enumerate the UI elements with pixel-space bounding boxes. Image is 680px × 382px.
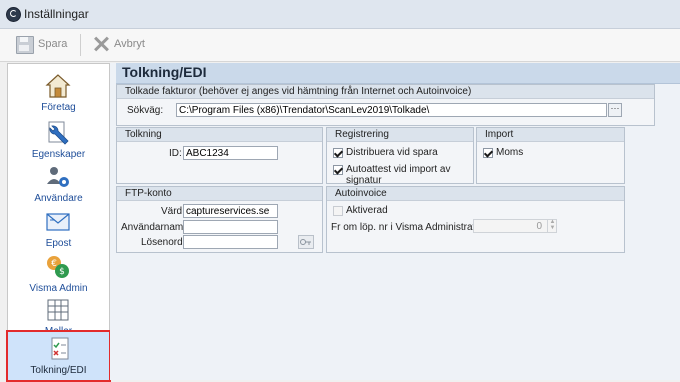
from-number-label: Fr om löp. nr i Visma Administration: xyxy=(331,222,492,233)
username-input[interactable] xyxy=(183,220,278,234)
house-icon xyxy=(45,73,71,99)
import-group: Import Moms xyxy=(476,127,625,184)
spin-down-icon: ▼ xyxy=(549,225,556,231)
sidebar-item-tolkning-edi[interactable]: Tolkning/EDI xyxy=(6,330,111,382)
aktiverad-label: Aktiverad xyxy=(346,205,388,216)
settings-sidebar: Företag Egenskaper Användare Epost € $ V… xyxy=(6,63,111,382)
path-input[interactable] xyxy=(176,103,607,117)
settings-content: Tolkning/EDI Tolkade fakturor (behöver e… xyxy=(110,63,680,380)
title-bar: Inställningar xyxy=(0,0,680,29)
close-icon xyxy=(92,35,110,53)
sidebar-item-label: Epost xyxy=(45,238,72,249)
app-icon xyxy=(6,7,21,22)
checklist-icon xyxy=(47,336,73,362)
save-button-label: Spara xyxy=(38,38,68,50)
host-input[interactable] xyxy=(183,204,278,218)
toolbar: Spara Avbryt xyxy=(0,29,680,62)
password-label: Lösenord: xyxy=(141,237,186,248)
username-label: Användarnamn: xyxy=(121,222,192,233)
group-title: Registrering xyxy=(327,128,473,142)
cancel-button-label: Avbryt xyxy=(114,38,145,50)
id-input[interactable] xyxy=(183,146,278,160)
tolkade-fakturor-group: Tolkade fakturor (behöver ej anges vid h… xyxy=(116,84,655,126)
browse-button[interactable]: ··· xyxy=(608,103,622,117)
svg-text:$: $ xyxy=(59,267,65,277)
aktiverad-checkbox[interactable] xyxy=(333,206,343,216)
autoattest-checkbox[interactable] xyxy=(333,165,343,175)
window-title: Inställningar xyxy=(24,7,89,21)
autoattest-label: Autoattest vid import av signatur xyxy=(346,164,451,186)
distribuera-label: Distribuera vid spara xyxy=(346,147,438,158)
ftp-konto-group: FTP-konto Värd: Användarnamn: Lösenord: xyxy=(116,186,323,253)
host-label: Värd: xyxy=(161,206,185,217)
users-gear-icon xyxy=(45,164,71,190)
group-title: Import xyxy=(477,128,624,142)
currency-icon: € $ xyxy=(45,254,71,280)
save-icon xyxy=(16,35,34,54)
test-connection-button[interactable] xyxy=(298,235,314,249)
distribuera-checkbox[interactable] xyxy=(333,148,343,158)
save-button[interactable]: Spara xyxy=(16,32,67,56)
mail-icon xyxy=(45,209,71,235)
sidebar-item-label: Tolkning/EDI xyxy=(30,365,87,376)
sidebar-item-label: Företag xyxy=(41,102,76,113)
sidebar-item-foretag[interactable]: Företag xyxy=(8,69,109,121)
wrench-document-icon xyxy=(45,120,71,146)
page-title: Tolkning/EDI xyxy=(122,64,207,80)
template-grid-icon xyxy=(45,297,71,323)
group-title: FTP-konto xyxy=(117,187,322,201)
from-number-spinner[interactable]: ▲ ▼ xyxy=(547,219,557,233)
from-number-input[interactable] xyxy=(473,219,557,233)
key-icon xyxy=(300,239,311,245)
password-input[interactable] xyxy=(183,235,278,249)
page-header: Tolkning/EDI xyxy=(116,63,680,84)
moms-checkbox[interactable] xyxy=(483,148,493,158)
autoinvoice-group: Autoinvoice Aktiverad Fr om löp. nr i Vi… xyxy=(326,186,625,253)
toolbar-separator xyxy=(80,34,81,56)
moms-label: Moms xyxy=(496,147,524,158)
sidebar-item-label: Egenskaper xyxy=(31,149,86,160)
path-label: Sökväg: xyxy=(127,105,164,116)
sidebar-item-label: Användare xyxy=(34,193,83,204)
registrering-group: Registrering Distribuera vid spara Autoa… xyxy=(326,127,474,186)
id-label: ID: xyxy=(169,148,182,159)
group-title: Autoinvoice xyxy=(327,187,624,201)
group-title: Tolkning xyxy=(117,128,322,142)
cancel-button[interactable]: Avbryt xyxy=(92,32,145,56)
group-title: Tolkade fakturor (behöver ej anges vid h… xyxy=(117,85,654,99)
tolkning-group: Tolkning ID: xyxy=(116,127,323,184)
